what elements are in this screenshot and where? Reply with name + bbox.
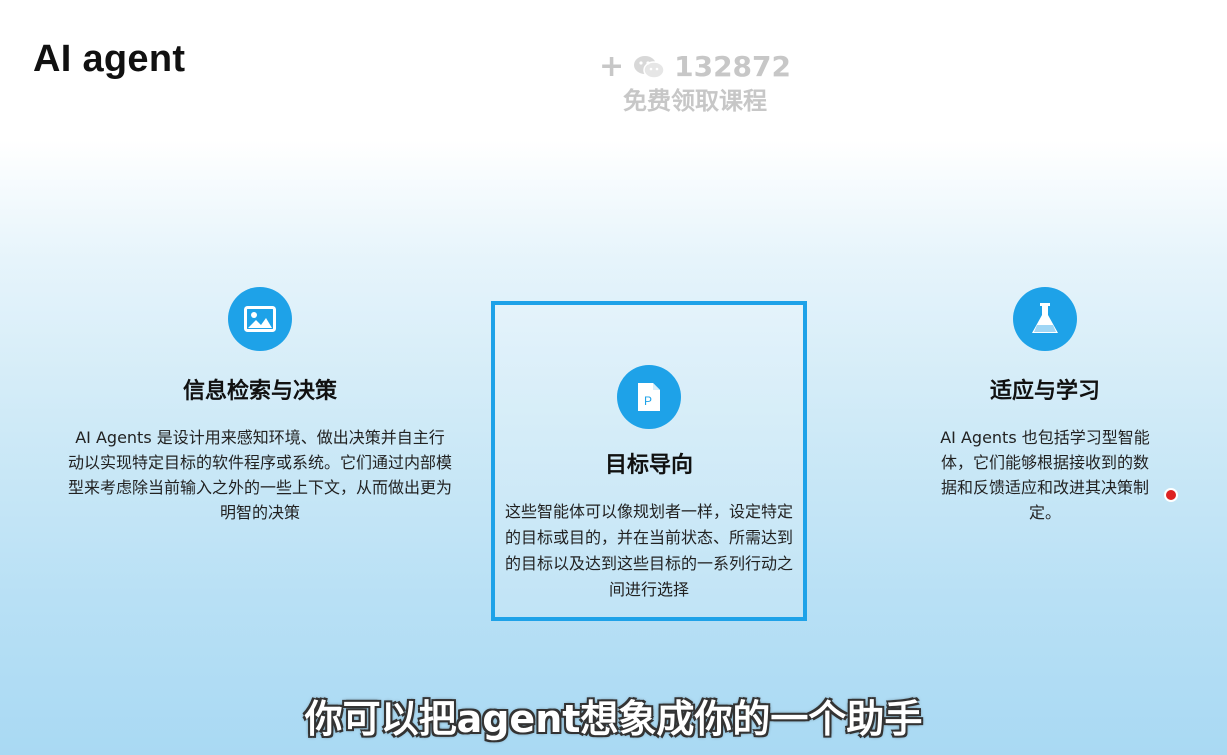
feature-heading: 信息检索与决策: [182, 379, 337, 404]
promo-number: 132872: [674, 50, 792, 83]
document-icon: P: [617, 365, 681, 429]
feature-adaptation-learning: 适应与学习 AI Agents 也包括学习型智能体，它们能够根据接收到的数据和反…: [930, 287, 1160, 525]
feature-info-retrieval: 信息检索与决策 AI Agents 是设计用来感知环境、做出决策并自主行动以实现…: [60, 287, 460, 525]
slide-title: AI agent: [33, 38, 186, 80]
feature-description: AI Agents 也包括学习型智能体，它们能够根据接收到的数据和反馈适应和改进…: [940, 428, 1150, 522]
promo-contact: + 132872: [590, 50, 800, 84]
corner-watermark: [1047, 4, 1227, 40]
promo-text: 免费领取课程: [623, 87, 767, 115]
promo-plus: +: [598, 49, 625, 84]
image-icon: [228, 287, 292, 351]
feature-description: 这些智能体可以像规划者一样，设定特定的目标或目的，并在当前状态、所需达到的目标以…: [504, 502, 793, 599]
feature-goal-oriented: P 目标导向 这些智能体可以像规划者一样，设定特定的目标或目的，并在当前状态、所…: [491, 301, 807, 621]
feature-heading: 目标导向: [604, 453, 693, 478]
flask-icon: [1013, 287, 1077, 351]
pointer-dot: [1164, 488, 1178, 502]
feature-heading: 适应与学习: [989, 379, 1100, 404]
video-subtitle: 你可以把agent想象成你的一个助手: [304, 697, 923, 741]
svg-text:P: P: [644, 394, 652, 408]
feature-description: AI Agents 是设计用来感知环境、做出决策并自主行动以实现特定目标的软件程…: [68, 428, 453, 522]
wechat-icon: [632, 54, 666, 80]
promo-watermark: + 132872 免费领取课程: [590, 50, 800, 116]
